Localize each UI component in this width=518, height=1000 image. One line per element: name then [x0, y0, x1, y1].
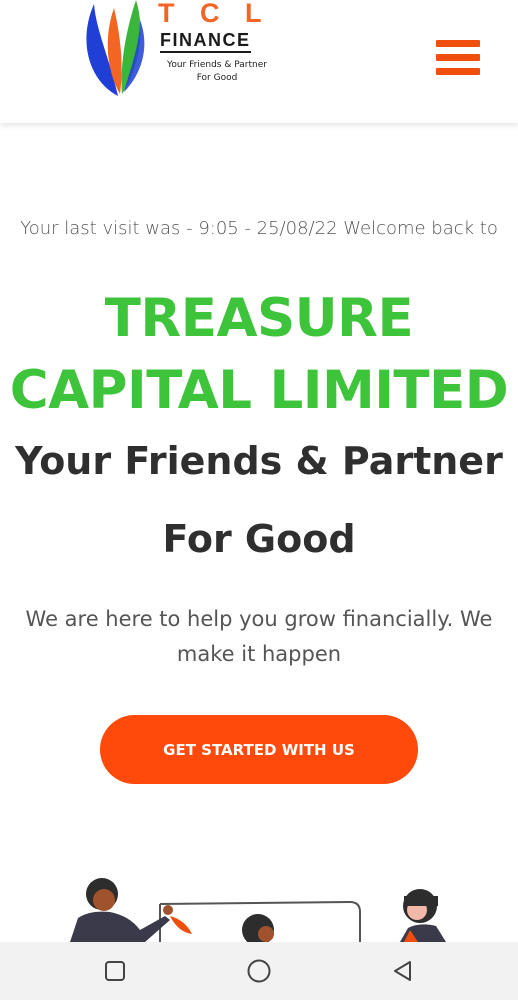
hero-subtitle: Your Friends & Partner For Good: [15, 439, 503, 561]
get-started-button[interactable]: GET STARTED WITH US: [100, 715, 418, 784]
square-recents-icon[interactable]: [102, 958, 128, 984]
circle-home-icon[interactable]: [246, 958, 272, 984]
triangle-back-icon[interactable]: [390, 958, 416, 984]
last-visit-text: Your last visit was - 9:05 - 25/08/22 We…: [20, 218, 498, 239]
leaf-logo-icon: [86, 0, 145, 96]
hero-description: We are here to help you grow financially…: [25, 607, 493, 666]
hero-illustration: [0, 860, 518, 942]
logo-finance-text: FINANCE: [160, 30, 251, 53]
hero-title: TREASURE CAPITAL LIMITED: [9, 288, 509, 421]
hamburger-menu-icon[interactable]: [436, 40, 480, 78]
logo-brand-text: T C L: [158, 0, 271, 28]
logo-tagline-line1: Your Friends & Partner: [167, 60, 267, 70]
logo-tagline-line2: For Good: [196, 73, 238, 83]
site-header: T C L FINANCE Your Friends & Partner For…: [0, 0, 518, 123]
android-nav-bar: [0, 942, 518, 1000]
tcl-logo[interactable]: T C L FINANCE Your Friends & Partner For…: [80, 0, 280, 100]
people-illustration-icon: [70, 878, 446, 942]
